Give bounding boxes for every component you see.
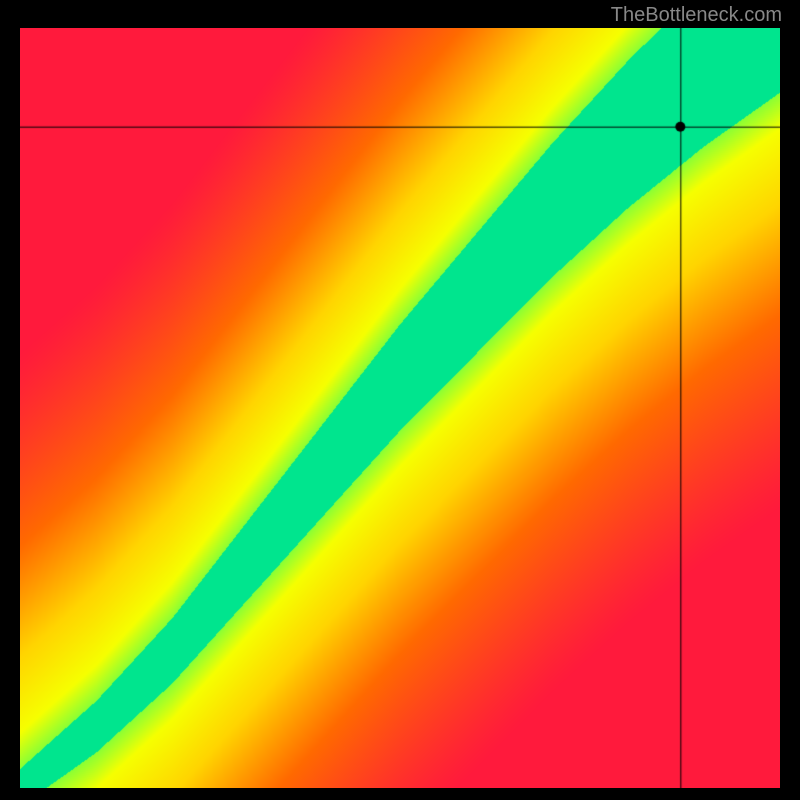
- watermark-text: TheBottleneck.com: [611, 4, 782, 27]
- heatmap-canvas: [20, 28, 780, 788]
- chart-container: TheBottleneck.com: [0, 0, 800, 800]
